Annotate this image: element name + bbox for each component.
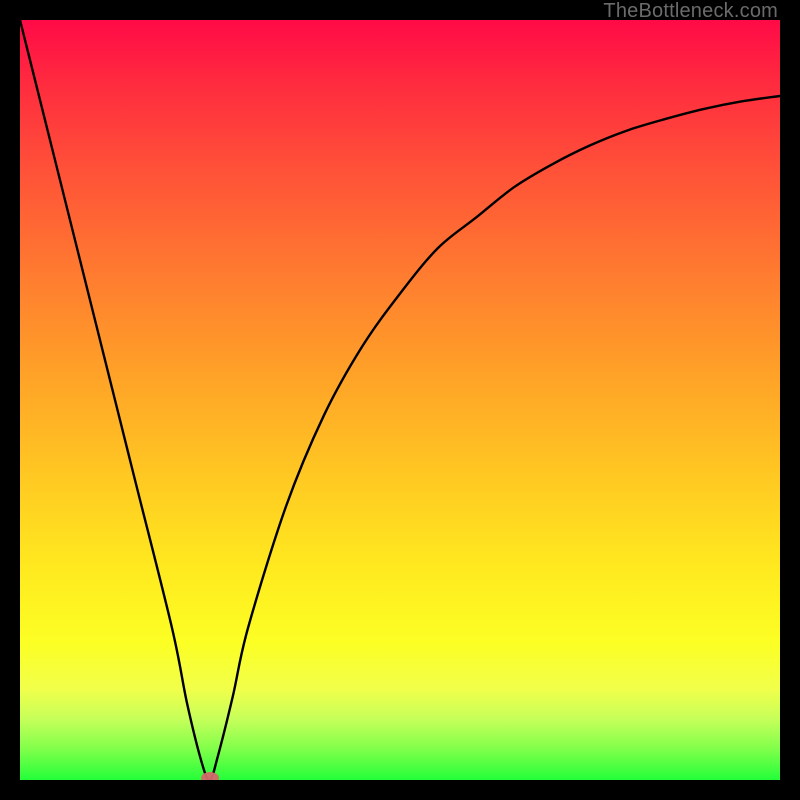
- chart-frame: TheBottleneck.com: [0, 0, 800, 800]
- watermark-text: TheBottleneck.com: [603, 0, 778, 23]
- plot-area: [20, 20, 780, 780]
- curve-svg: [20, 20, 780, 780]
- bottleneck-curve: [20, 20, 780, 780]
- minimum-marker: [201, 772, 219, 780]
